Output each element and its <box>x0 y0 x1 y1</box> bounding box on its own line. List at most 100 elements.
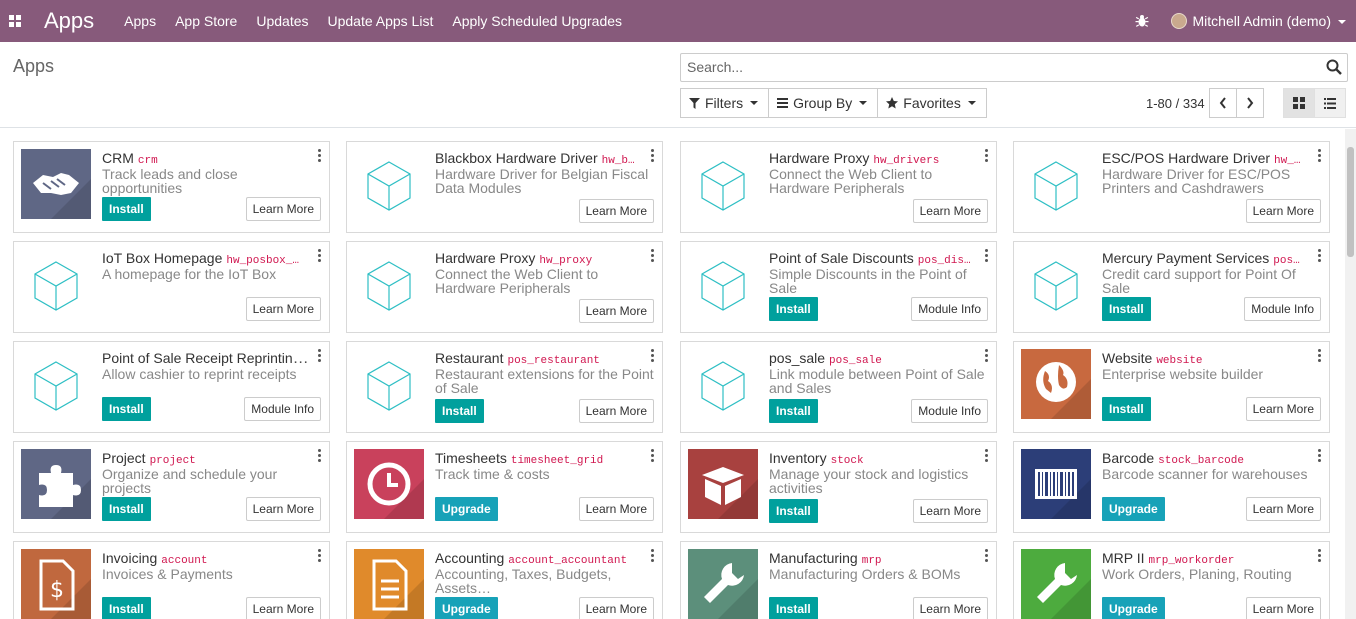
user-menu[interactable]: Mitchell Admin (demo) <box>1193 13 1346 29</box>
upgrade-button[interactable]: Upgrade <box>1102 597 1165 619</box>
card-menu-icon[interactable] <box>318 149 322 164</box>
card-menu-icon[interactable] <box>985 249 989 264</box>
card-menu-icon[interactable] <box>1318 249 1322 264</box>
search-icon[interactable] <box>1326 59 1342 80</box>
card-menu-icon[interactable] <box>318 449 322 464</box>
user-avatar[interactable] <box>1170 13 1187 29</box>
pager-value[interactable]: 1-80 / 334 <box>1146 96 1205 111</box>
learn-more-button[interactable]: Learn More <box>1245 199 1321 223</box>
filters-button[interactable]: Filters <box>680 88 770 118</box>
pager-next-button[interactable] <box>1236 88 1264 118</box>
group-by-button[interactable]: Group By <box>768 88 879 118</box>
app-card-blackbox-hardware-driver[interactable]: Blackbox Hardware Driver hw_b… Hardware Dr… <box>346 141 663 233</box>
app-card-restaurant[interactable]: Restaurant pos_restaurant Restaurant exten… <box>346 341 663 433</box>
learn-more-button[interactable]: Learn More <box>1245 397 1321 421</box>
card-menu-icon[interactable] <box>1318 549 1322 564</box>
learn-more-button[interactable]: Learn More <box>578 597 654 619</box>
learn-more-button[interactable]: Learn More <box>245 597 321 619</box>
app-card-point-of-sale-discounts[interactable]: Point of Sale Discounts pos_dis… Simple Di… <box>680 241 997 333</box>
debug-bug-icon[interactable] <box>1135 14 1149 28</box>
app-card-esc-pos-hardware-driver[interactable]: ESC/POS Hardware Driver hw_… Hardware Driv… <box>1013 141 1330 233</box>
app-card-barcode[interactable]: Barcode stock_barcode Barcode scanner for … <box>1013 441 1330 533</box>
learn-more-button[interactable]: Learn More <box>912 499 988 523</box>
apps-menu-icon[interactable] <box>2 0 28 42</box>
app-card-hardware-proxy[interactable]: Hardware Proxy hw_proxy Connect the Web Cl… <box>346 241 663 333</box>
learn-more-button[interactable]: Learn More <box>912 199 988 223</box>
scrollbar[interactable] <box>1345 129 1356 619</box>
app-card-mercury-payment-services[interactable]: Mercury Payment Services pos… Credit card … <box>1013 241 1330 333</box>
install-button[interactable]: Install <box>1102 397 1151 421</box>
install-button[interactable]: Install <box>769 399 818 423</box>
card-menu-icon[interactable] <box>985 149 989 164</box>
app-card-timesheets[interactable]: Timesheets timesheet_grid Track time & cos… <box>346 441 663 533</box>
app-summary: Accounting, Taxes, Budgets, Assets… <box>435 566 612 596</box>
install-button[interactable]: Install <box>102 197 151 221</box>
card-menu-icon[interactable] <box>1318 449 1322 464</box>
app-card-iot-box-homepage[interactable]: IoT Box Homepage hw_posbox_… A homepage fo… <box>13 241 330 333</box>
install-button[interactable]: Install <box>102 497 151 521</box>
card-menu-icon[interactable] <box>318 349 322 364</box>
card-menu-icon[interactable] <box>318 549 322 564</box>
app-card-pos-sale[interactable]: pos_sale pos_sale Link module between Poin… <box>680 341 997 433</box>
app-card-project[interactable]: Project project Organize and schedule your… <box>13 441 330 533</box>
menu-item-updates[interactable]: Updates <box>256 13 308 29</box>
learn-more-button[interactable]: Learn More <box>912 597 988 619</box>
kanban-view-button[interactable] <box>1283 88 1315 118</box>
card-menu-icon[interactable] <box>651 249 655 264</box>
install-button[interactable]: Install <box>102 597 151 619</box>
module-info-button[interactable]: Module Info <box>1244 297 1321 321</box>
app-card-point-of-sale-receipt-reprinting[interactable]: Point of Sale Receipt Reprinting… Allow c… <box>13 341 330 433</box>
app-card-invoicing[interactable]: $ Invoicing account Invoices & Payments Inst… <box>13 541 330 619</box>
app-card-mrp-ii[interactable]: MRP II mrp_workorder Work Orders, Planing,… <box>1013 541 1330 619</box>
learn-more-button[interactable]: Learn More <box>245 297 321 321</box>
upgrade-button[interactable]: Upgrade <box>1102 497 1165 521</box>
learn-more-button[interactable]: Learn More <box>578 399 654 423</box>
learn-more-button[interactable]: Learn More <box>578 199 654 223</box>
card-menu-icon[interactable] <box>651 349 655 364</box>
install-button[interactable]: Install <box>769 297 818 321</box>
card-menu-icon[interactable] <box>1318 349 1322 364</box>
app-card-crm[interactable]: CRM crm Track leads and close opportunitie… <box>13 141 330 233</box>
app-card-accounting[interactable]: Accounting account_accountant Accounting, … <box>346 541 663 619</box>
card-menu-icon[interactable] <box>651 449 655 464</box>
scrollbar-thumb[interactable] <box>1347 147 1354 257</box>
pager-previous-button[interactable] <box>1209 88 1237 118</box>
card-menu-icon[interactable] <box>985 449 989 464</box>
card-menu-icon[interactable] <box>318 249 322 264</box>
favorites-button[interactable]: Favorites <box>877 88 987 118</box>
upgrade-button[interactable]: Upgrade <box>435 497 498 521</box>
app-name: Mercury Payment Services <box>1102 250 1270 266</box>
list-view-button[interactable] <box>1314 88 1346 118</box>
app-card-inventory[interactable]: Inventory stock Manage your stock and logi… <box>680 441 997 533</box>
app-card-manufacturing[interactable]: Manufacturing mrp Manufacturing Orders & B… <box>680 541 997 619</box>
app-card-website[interactable]: Website website Enterprise website builder… <box>1013 341 1330 433</box>
app-summary: Invoices & Payments <box>102 566 233 582</box>
card-menu-icon[interactable] <box>985 549 989 564</box>
card-menu-icon[interactable] <box>985 349 989 364</box>
module-info-button[interactable]: Module Info <box>244 397 321 421</box>
learn-more-button[interactable]: Learn More <box>1245 497 1321 521</box>
menu-item-apply-scheduled-upgrades[interactable]: Apply Scheduled Upgrades <box>452 13 622 29</box>
app-name: ESC/POS Hardware Driver <box>1102 150 1271 166</box>
learn-more-button[interactable]: Learn More <box>578 497 654 521</box>
search-input[interactable] <box>685 54 1305 80</box>
learn-more-button[interactable]: Learn More <box>245 197 321 221</box>
card-menu-icon[interactable] <box>651 549 655 564</box>
install-button[interactable]: Install <box>435 399 484 423</box>
module-info-button[interactable]: Module Info <box>911 297 988 321</box>
learn-more-button[interactable]: Learn More <box>245 497 321 521</box>
upgrade-button[interactable]: Upgrade <box>435 597 498 619</box>
install-button[interactable]: Install <box>1102 297 1151 321</box>
menu-item-update-apps-list[interactable]: Update Apps List <box>328 13 434 29</box>
card-menu-icon[interactable] <box>651 149 655 164</box>
menu-item-apps[interactable]: Apps <box>124 13 156 29</box>
app-card-hardware-proxy[interactable]: Hardware Proxy hw_drivers Connect the Web … <box>680 141 997 233</box>
menu-item-app-store[interactable]: App Store <box>175 13 237 29</box>
learn-more-button[interactable]: Learn More <box>578 299 654 323</box>
card-menu-icon[interactable] <box>1318 149 1322 164</box>
learn-more-button[interactable]: Learn More <box>1245 597 1321 619</box>
install-button[interactable]: Install <box>769 499 818 523</box>
module-info-button[interactable]: Module Info <box>911 399 988 423</box>
install-button[interactable]: Install <box>769 597 818 619</box>
install-button[interactable]: Install <box>102 397 151 421</box>
